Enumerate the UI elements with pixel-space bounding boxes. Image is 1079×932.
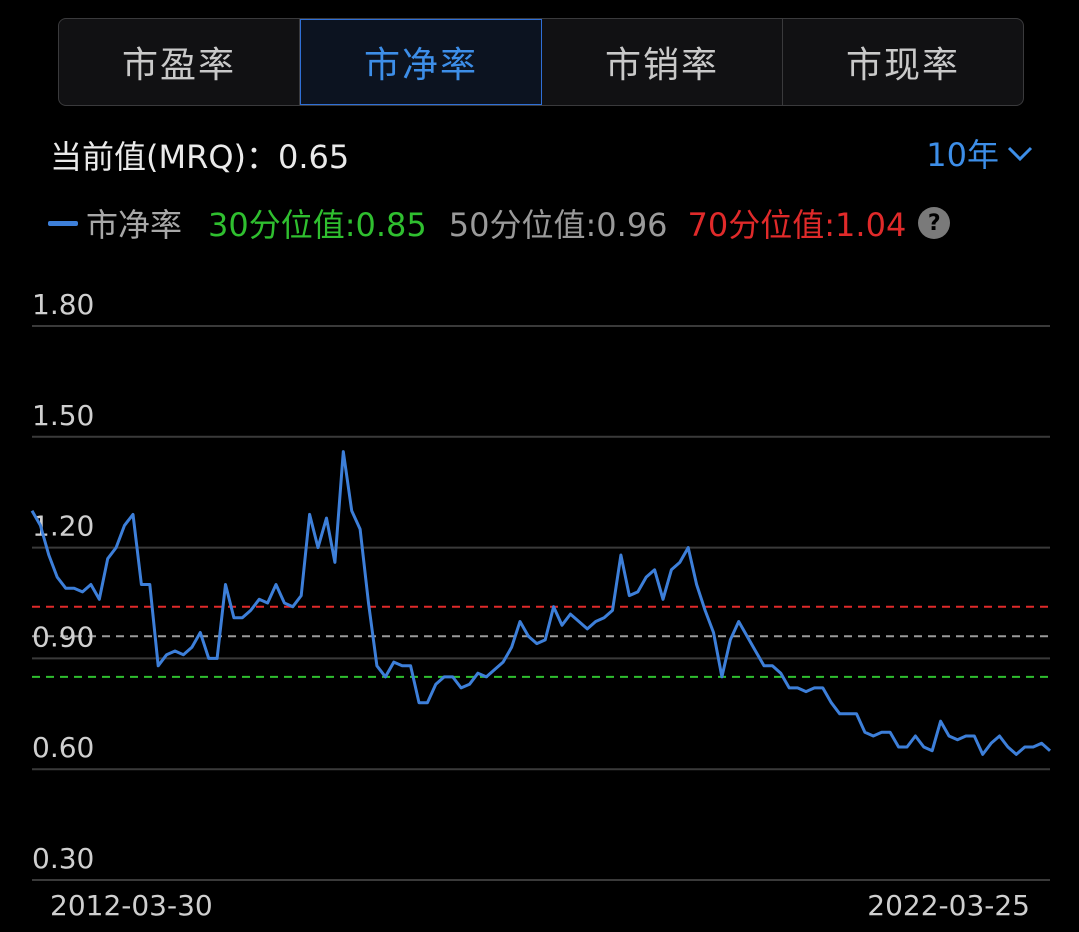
y-tick-label: 1.50	[32, 399, 94, 432]
y-tick-label: 0.90	[32, 620, 94, 653]
x-tick-end: 2022-03-25	[867, 889, 1030, 922]
y-tick-label: 1.80	[32, 288, 94, 321]
y-tick-label: 0.60	[32, 731, 94, 764]
pb-chart: 1.801.501.200.900.600.30 2012-03-30 2022…	[30, 288, 1051, 922]
pb-series-line	[30, 450, 1051, 756]
x-tick-start: 2012-03-30	[50, 889, 213, 922]
y-tick-label: 0.30	[32, 842, 94, 875]
